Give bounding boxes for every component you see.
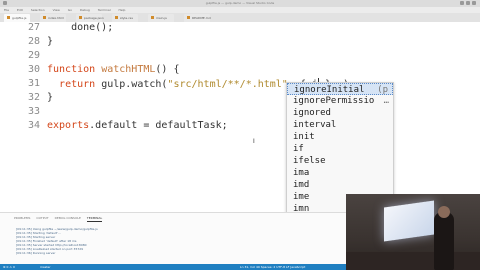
suggestion-item[interactable]: ignoreInitial (p xyxy=(287,83,393,95)
tab-main[interactable]: main.js xyxy=(148,14,174,22)
window-title: gulpfile.js — gulp-demo — Visual Studio … xyxy=(205,1,275,5)
file-icon xyxy=(151,16,154,19)
tab-label: README.md xyxy=(192,16,211,20)
editor-tabs: gulpfile.js index.html package.json styl… xyxy=(0,13,480,22)
line-number: 32 xyxy=(27,92,40,103)
mouse-cursor-icon: I xyxy=(253,138,255,145)
presenter-head xyxy=(438,206,450,218)
tab-problems[interactable]: PROBLEMS xyxy=(14,215,30,221)
terminal-line: [09:11:36] Running server xyxy=(16,251,56,255)
file-icon xyxy=(43,16,46,19)
line-number: 29 xyxy=(27,50,40,61)
suggestion-item[interactable]: imd xyxy=(287,179,393,191)
close-icon[interactable] xyxy=(472,1,476,5)
status-branch[interactable]: master xyxy=(40,264,51,270)
suggestion-item[interactable]: if xyxy=(287,143,393,155)
tab-terminal[interactable]: TERMINAL xyxy=(86,215,103,222)
file-icon xyxy=(79,16,82,19)
file-icon xyxy=(187,16,190,19)
line-number: 27 xyxy=(27,22,40,33)
keyword: return xyxy=(59,79,96,90)
tab-debug-console[interactable]: DEBUG CONSOLE xyxy=(55,215,81,221)
suggestion-label: interval xyxy=(293,120,337,130)
suggestion-label: ignorePermissio xyxy=(293,96,375,106)
status-problems[interactable]: ⊗ 0 ⚠ 0 xyxy=(3,264,15,270)
code-editor[interactable]: 27 done(); 28 } 29 30 function watchHTML… xyxy=(0,22,480,212)
code-text: () { xyxy=(155,64,180,75)
tab-package[interactable]: package.json xyxy=(76,14,104,22)
tab-output[interactable]: OUTPUT xyxy=(36,215,48,221)
code-line: exports.default = defaultTask; xyxy=(47,120,228,131)
tab-readme[interactable]: README.md xyxy=(184,14,211,22)
suggestion-item[interactable]: interval xyxy=(287,119,393,131)
suggestion-label: ima xyxy=(293,168,310,178)
tab-label: package.json xyxy=(84,16,104,20)
suggestion-item[interactable]: ima xyxy=(287,167,393,179)
line-number: 33 xyxy=(27,106,40,117)
tab-label: style.css xyxy=(120,16,133,20)
suggestion-label: ignored xyxy=(293,108,331,118)
suggestion-item[interactable]: ignorePermissio … xyxy=(287,95,393,107)
panel-tabs: PROBLEMS OUTPUT DEBUG CONSOLE TERMINAL xyxy=(14,215,108,222)
status-info[interactable]: Ln 31, Col 49 Spaces: 2 UTF-8 LF JavaScr… xyxy=(240,264,305,270)
tab-gulpfile[interactable]: gulpfile.js xyxy=(4,14,30,22)
keyword: function xyxy=(47,64,96,75)
string-literal: "src/html/**/*.html" xyxy=(167,79,288,90)
file-icon xyxy=(7,16,10,19)
line-number: 34 xyxy=(27,120,40,131)
tab-index[interactable]: index.html xyxy=(40,14,66,22)
webcam-desk xyxy=(346,252,480,270)
line-number: 31 xyxy=(27,78,40,89)
suggestion-label: ifelse xyxy=(293,156,326,166)
code-text: gulp.watch( xyxy=(95,79,168,90)
function-name: watchHTML xyxy=(101,64,156,75)
code-line: } xyxy=(47,92,54,103)
minimize-icon[interactable] xyxy=(460,1,464,5)
suggestion-label: ignoreInitial xyxy=(294,85,365,95)
suggestion-label: init xyxy=(293,132,315,142)
window-titlebar: gulpfile.js — gulp-demo — Visual Studio … xyxy=(0,0,480,7)
file-icon xyxy=(115,16,118,19)
code-line: } xyxy=(47,36,54,47)
suggestion-hint: … xyxy=(383,96,389,106)
line-number: 30 xyxy=(27,64,40,75)
suggestion-hint: (p xyxy=(377,85,388,95)
code-text: .default = defaultTask; xyxy=(89,120,228,131)
line-number: 28 xyxy=(27,36,40,47)
suggestion-item[interactable]: ifelse xyxy=(287,155,393,167)
tab-label: gulpfile.js xyxy=(12,16,27,20)
tab-label: main.js xyxy=(156,16,167,20)
suggestion-label: ime xyxy=(293,192,310,202)
maximize-icon[interactable] xyxy=(466,1,470,5)
presenter-figure xyxy=(434,212,454,270)
projector-screen xyxy=(384,200,434,242)
suggestion-item[interactable]: init xyxy=(287,131,393,143)
tab-style[interactable]: style.css xyxy=(112,14,138,22)
keyword: exports xyxy=(47,120,90,131)
code-line: function watchHTML() { xyxy=(47,64,179,75)
suggestion-label: imd xyxy=(293,180,310,190)
code-line: done(); xyxy=(47,22,114,33)
suggestion-item[interactable]: ignored xyxy=(287,107,393,119)
webcam-overlay xyxy=(346,194,480,270)
tab-label: index.html xyxy=(48,16,64,20)
suggestion-label: if xyxy=(293,144,304,154)
